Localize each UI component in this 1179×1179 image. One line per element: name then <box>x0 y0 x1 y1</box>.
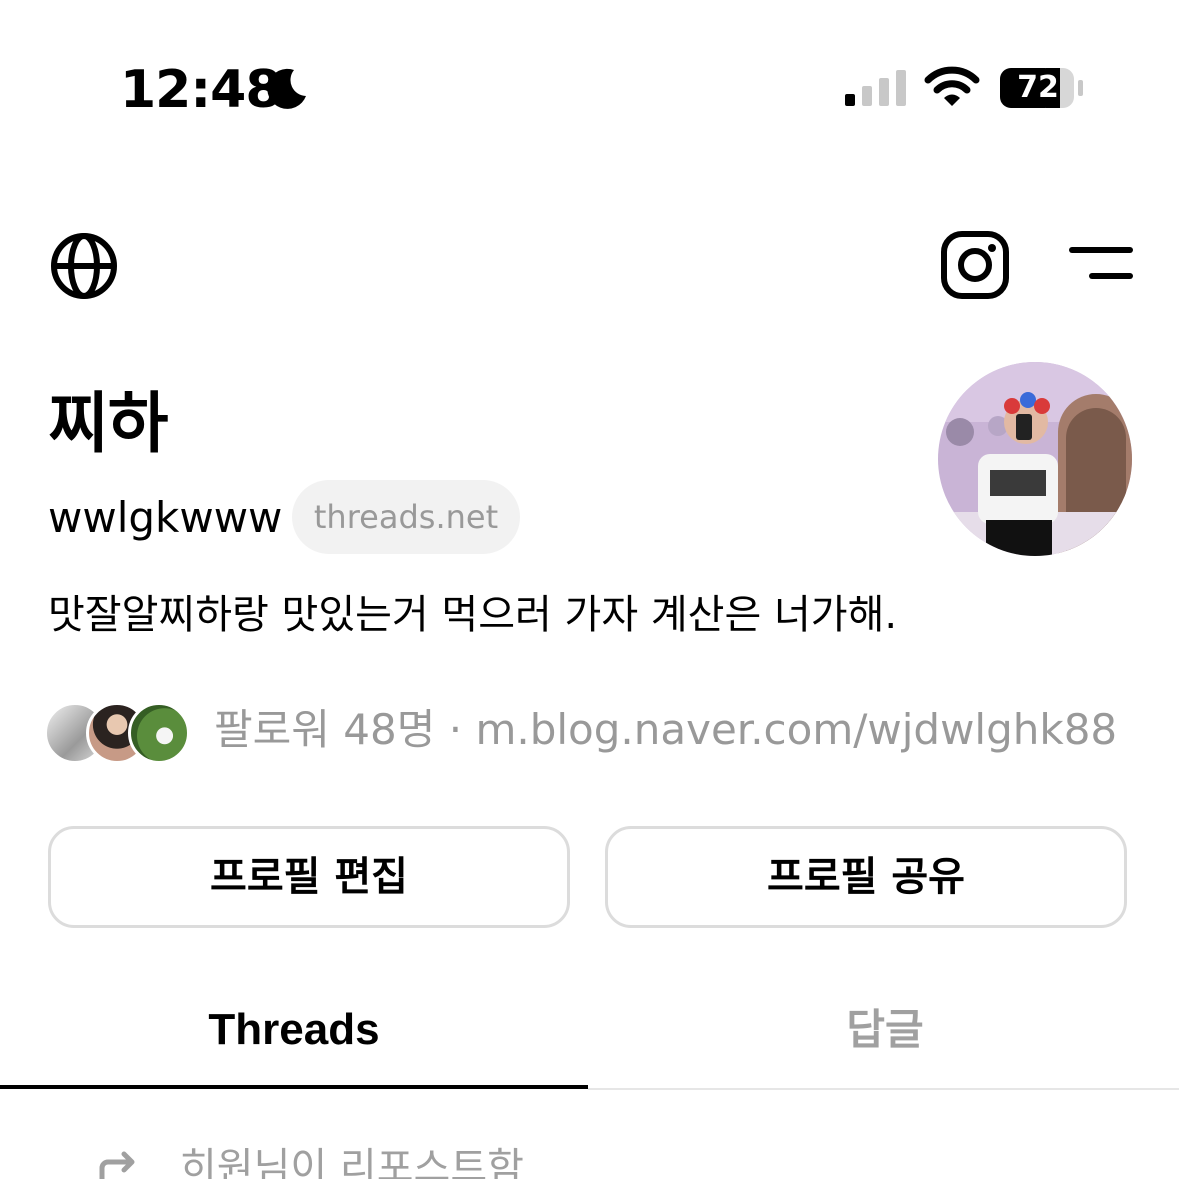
tab-replies[interactable]: 답글 <box>591 1000 1179 1060</box>
separator-dot: · <box>448 705 463 754</box>
moon-icon <box>267 68 306 109</box>
status-time: 12:48 <box>120 60 282 120</box>
username: wwlgkwww <box>48 493 283 542</box>
profile-name: 찌하 <box>48 385 168 462</box>
battery-level: 72 <box>1017 70 1059 105</box>
profile-external-link[interactable]: m.blog.naver.com/wjdwlghk88 <box>475 705 1117 754</box>
tab-threads[interactable]: Threads <box>0 1000 588 1060</box>
cellular-signal-icon <box>845 70 906 106</box>
wifi-icon <box>924 66 980 106</box>
repost-icon <box>99 1151 135 1179</box>
active-tab-indicator <box>0 1085 588 1089</box>
instagram-icon[interactable] <box>940 230 1010 300</box>
follower-avatar[interactable] <box>128 702 190 764</box>
menu-icon[interactable] <box>1068 244 1134 284</box>
edit-profile-button[interactable]: 프로필 편집 <box>48 826 570 928</box>
share-profile-button[interactable]: 프로필 공유 <box>605 826 1127 928</box>
threads-domain-badge[interactable]: threads.net <box>292 480 520 554</box>
followers-count-link[interactable]: 팔로워 48명 <box>214 705 435 754</box>
avatar-photo <box>938 362 1132 556</box>
threads-profile-screen: 12:48 72 찌하 wwlgkwww threads.net 맛잘알찌하랑 … <box>0 0 1179 1179</box>
repost-label: 히원님이 리포스트함 <box>180 1145 524 1179</box>
avatar[interactable] <box>938 362 1132 556</box>
followers-and-link-row: 팔로워 48명 · m.blog.naver.com/wjdwlghk88 <box>214 700 1117 760</box>
profile-bio: 맛잘알찌하랑 맛있는거 먹으러 가자 계산은 너가해. <box>48 592 898 638</box>
globe-icon[interactable] <box>50 232 118 300</box>
tab-divider <box>588 1088 1179 1090</box>
